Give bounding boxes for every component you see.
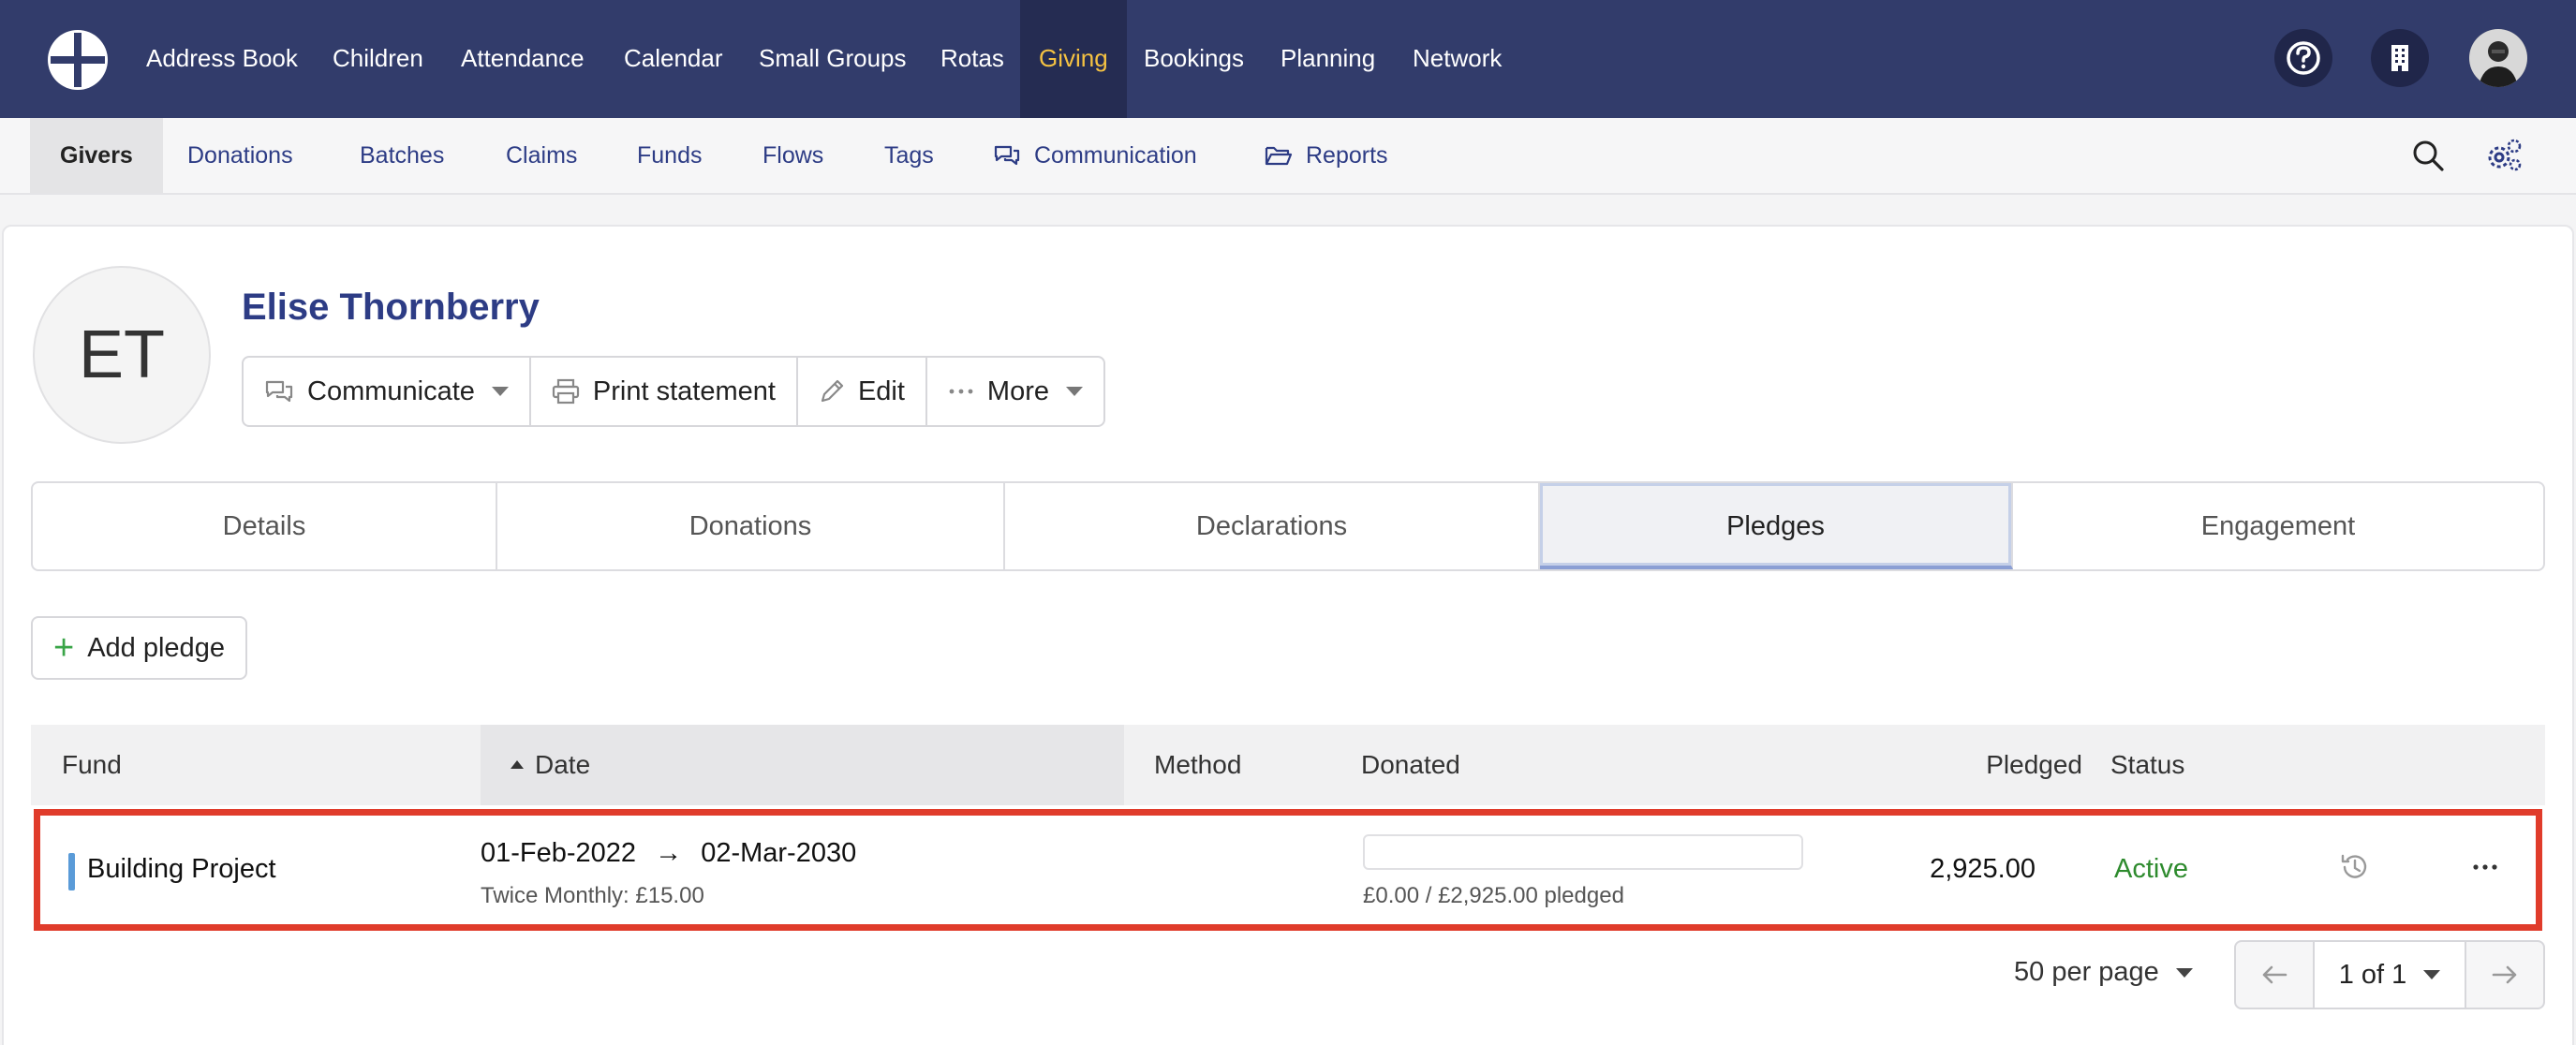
page-indicator: 1 of 1: [2338, 959, 2407, 990]
nav-address-book[interactable]: Address Book: [146, 0, 298, 118]
chat-icon: [994, 145, 1020, 166]
nav-rotas[interactable]: Rotas: [940, 0, 1004, 118]
subnav-reports[interactable]: Reports: [1265, 118, 1388, 193]
nav-attendance[interactable]: Attendance: [461, 0, 585, 118]
nav-calendar[interactable]: Calendar: [624, 0, 723, 118]
donated-summary: £0.00 / £2,925.00 pledged: [1363, 883, 1624, 908]
header-pledged[interactable]: Pledged: [1951, 725, 2082, 805]
subnav-funds[interactable]: Funds: [637, 118, 702, 193]
person-initials-avatar: ET: [33, 266, 211, 444]
donated-progress-bar: [1363, 834, 1803, 870]
nav-children[interactable]: Children: [333, 0, 423, 118]
subnav-communication[interactable]: Communication: [993, 118, 1197, 193]
nav-small-groups[interactable]: Small Groups: [759, 0, 907, 118]
settings-icon: [2488, 139, 2522, 171]
more-label: More: [986, 375, 1049, 406]
top-navigation: Address Book Children Attendance Calenda…: [0, 0, 2576, 118]
chevron-down-icon: [1066, 387, 1083, 396]
help-icon: [2287, 41, 2320, 75]
subnav-flows[interactable]: Flows: [762, 118, 823, 193]
printer-icon: [552, 378, 580, 405]
tab-details[interactable]: Details: [33, 483, 497, 569]
subnav-givers[interactable]: Givers: [30, 118, 163, 193]
communicate-button[interactable]: Communicate: [244, 358, 531, 425]
table-row[interactable]: Building Project 01-Feb-2022 → 02-Mar-20…: [34, 809, 2542, 931]
giver-tabs: Details Donations Declarations Pledges E…: [31, 481, 2545, 571]
add-pledge-label: Add pledge: [87, 632, 225, 663]
chevron-down-icon: [2423, 970, 2441, 979]
building-icon: [2391, 45, 2408, 71]
subnav-batches[interactable]: Batches: [360, 118, 444, 193]
history-icon[interactable]: [2339, 851, 2371, 883]
nav-network[interactable]: Network: [1413, 0, 1502, 118]
previous-page-button[interactable]: [2236, 942, 2313, 1008]
status-badge: Active: [2114, 854, 2188, 884]
organisation-button[interactable]: [2371, 29, 2429, 87]
ellipsis-icon: [949, 389, 973, 394]
user-avatar[interactable]: [2469, 29, 2527, 87]
pledge-frequency: Twice Monthly: £15.00: [481, 883, 704, 908]
user-avatar-icon: [2469, 29, 2527, 87]
header-date[interactable]: Date: [481, 725, 590, 805]
pencil-icon: [821, 379, 844, 403]
fund-color-bar: [68, 853, 75, 890]
edit-button[interactable]: Edit: [798, 358, 927, 425]
sub-navigation: Givers Donations Batches Claims Funds Fl…: [0, 118, 2576, 195]
settings-button[interactable]: [2484, 118, 2524, 193]
per-page-label: 50 per page: [2014, 957, 2159, 987]
arrow-right-icon: →: [655, 838, 683, 868]
subnav-donations[interactable]: Donations: [187, 118, 293, 193]
arrow-right-icon: [2492, 965, 2517, 984]
edit-label: Edit: [857, 375, 905, 406]
tab-declarations[interactable]: Declarations: [1005, 483, 1540, 569]
person-name[interactable]: Elise Thornberry: [242, 287, 540, 329]
arrow-left-icon: [2262, 965, 2287, 984]
search-button[interactable]: [2411, 118, 2445, 193]
date-end: 02-Mar-2030: [701, 838, 857, 868]
nav-giving[interactable]: Giving: [1020, 0, 1127, 118]
chevron-down-icon: [491, 387, 509, 396]
print-statement-button[interactable]: Print statement: [531, 358, 798, 425]
date-start: 01-Feb-2022: [481, 838, 637, 868]
header-fund[interactable]: Fund: [62, 725, 122, 805]
pledges-table-header: Fund Date Method Donated Pledged Status: [31, 725, 2545, 805]
header-status[interactable]: Status: [2110, 725, 2184, 805]
action-button-group: Communicate Print statement Edit More: [242, 356, 1105, 427]
app-logo-icon[interactable]: [45, 27, 111, 93]
fund-name: Building Project: [87, 854, 276, 884]
plus-icon: +: [53, 627, 75, 668]
subnav-tags[interactable]: Tags: [884, 118, 934, 193]
help-button[interactable]: [2274, 29, 2332, 87]
subnav-communication-label: Communication: [1034, 142, 1197, 169]
tab-engagement[interactable]: Engagement: [2013, 483, 2543, 569]
sort-ascending-icon: [511, 760, 524, 770]
add-pledge-button[interactable]: + Add pledge: [31, 616, 247, 680]
pledged-amount: 2,925.00: [1930, 854, 2036, 884]
subnav-claims[interactable]: Claims: [506, 118, 577, 193]
per-page-select[interactable]: 50 per page: [2014, 957, 2193, 988]
print-statement-label: Print statement: [592, 375, 776, 406]
search-icon: [2413, 140, 2444, 171]
communicate-label: Communicate: [307, 375, 475, 406]
tab-pledges[interactable]: Pledges: [1540, 483, 2013, 569]
subnav-reports-label: Reports: [1306, 142, 1388, 169]
more-button[interactable]: More: [927, 358, 1103, 425]
tab-donations[interactable]: Donations: [497, 483, 1005, 569]
header-date-label: Date: [535, 750, 591, 779]
folder-open-icon: [1265, 146, 1293, 166]
chevron-down-icon: [2175, 967, 2193, 978]
row-actions-ellipsis-icon[interactable]: [2472, 862, 2498, 872]
page-select[interactable]: 1 of 1: [2313, 942, 2466, 1008]
next-page-button[interactable]: [2466, 942, 2543, 1008]
nav-bookings[interactable]: Bookings: [1144, 0, 1244, 118]
nav-planning[interactable]: Planning: [1281, 0, 1375, 118]
pagination: 1 of 1: [2234, 940, 2545, 1009]
header-method[interactable]: Method: [1124, 725, 1241, 805]
pledge-date-range: 01-Feb-2022 → 02-Mar-2030: [481, 838, 856, 869]
header-donated[interactable]: Donated: [1361, 725, 1460, 805]
chat-icon: [265, 380, 293, 403]
